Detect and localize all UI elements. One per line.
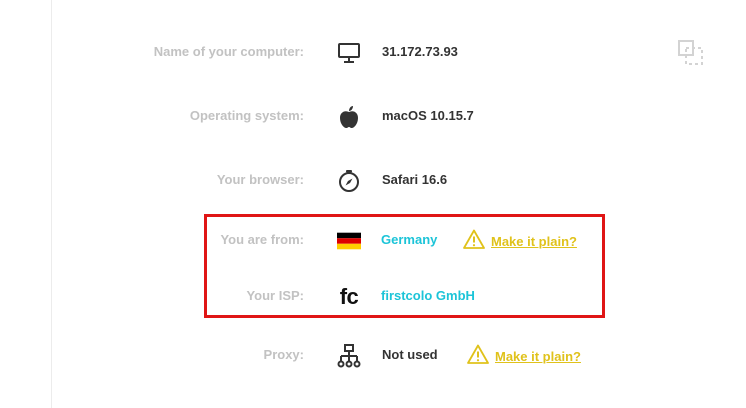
network-icon: [337, 344, 361, 368]
warning-icon: [467, 344, 489, 369]
compass-icon: [337, 169, 361, 193]
proxy-label: Proxy:: [263, 347, 304, 362]
info-row-isp: Your ISP: fc firstcolo GmbH: [0, 285, 746, 309]
apple-icon: [337, 105, 361, 129]
isp-logo-text: fc: [339, 284, 359, 309]
isp-logo: fc: [337, 285, 361, 309]
proxy-make-plain-label: Make it plain?: [495, 348, 581, 364]
info-row-location: You are from: Germany Make it plain?: [0, 229, 746, 253]
info-row-os: Operating system: macOS 10.15.7: [0, 105, 746, 129]
proxy-make-plain-link[interactable]: Make it plain?: [467, 344, 581, 368]
monitor-icon: [337, 41, 361, 65]
browser-value: Safari 16.6: [382, 172, 448, 187]
location-make-plain-label: Make it plain?: [491, 233, 577, 249]
computer-name-label: Name of your computer:: [153, 44, 304, 59]
info-row-browser: Your browser: Safari 16.6: [0, 169, 746, 193]
isp-value: firstcolo GmbH: [381, 288, 475, 303]
proxy-value: Not used: [382, 347, 438, 362]
location-value: Germany: [381, 232, 438, 247]
location-label: You are from:: [220, 232, 304, 247]
info-row-proxy: Proxy: Not used Make it plain?: [0, 344, 746, 368]
os-label: Operating system:: [189, 108, 304, 123]
info-row-computer-name: Name of your computer: 31.172.73.93: [0, 41, 746, 65]
os-value: macOS 10.15.7: [382, 108, 474, 123]
computer-name-value: 31.172.73.93: [382, 44, 458, 59]
isp-label: Your ISP:: [246, 288, 304, 303]
warning-icon: [463, 229, 485, 254]
location-make-plain-link[interactable]: Make it plain?: [463, 229, 577, 253]
germany-flag-icon: [337, 229, 361, 253]
browser-label: Your browser:: [216, 172, 304, 187]
